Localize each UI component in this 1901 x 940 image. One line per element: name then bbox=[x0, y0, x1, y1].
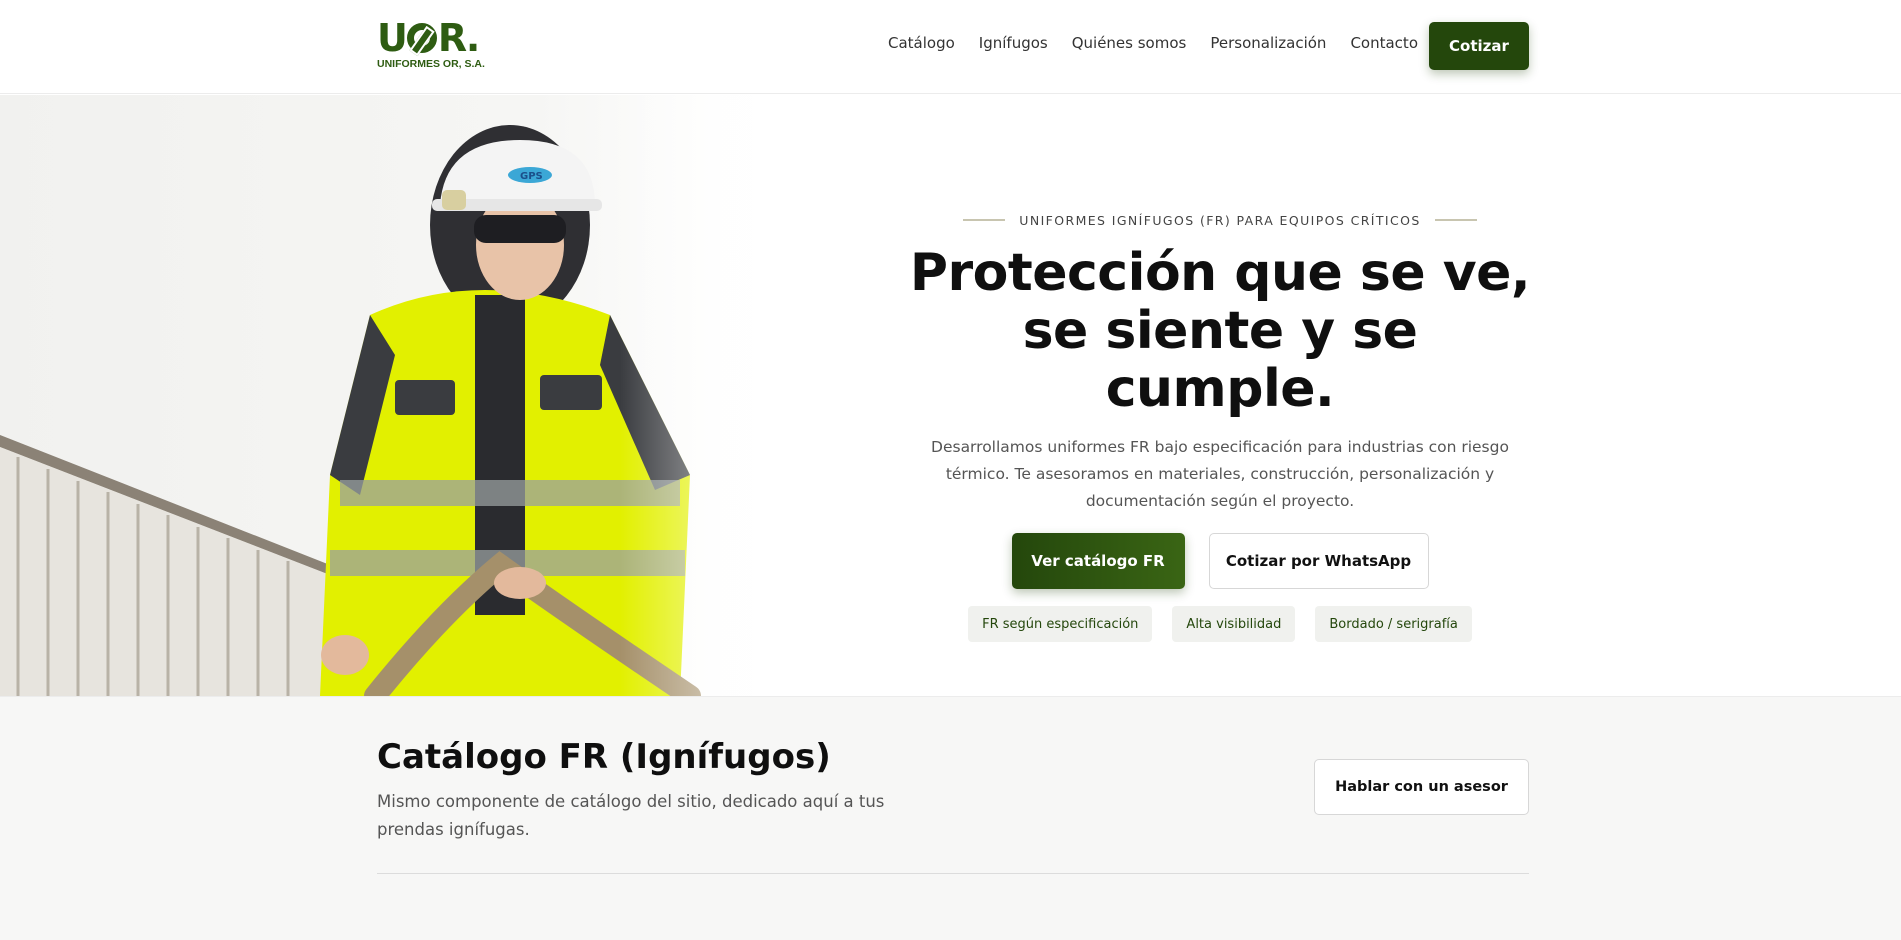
hero-eyebrow: UNIFORMES IGNÍFUGOS (FR) PARA EQUIPOS CR… bbox=[900, 210, 1540, 230]
nav-catalogo[interactable]: Catálogo bbox=[888, 34, 955, 58]
nav-contacto[interactable]: Contacto bbox=[1350, 34, 1418, 58]
catalog-section: Catálogo FR (Ignífugos) Mismo componente… bbox=[0, 696, 1901, 940]
hero-lead: Desarrollamos uniformes FR bajo especifi… bbox=[931, 438, 1509, 510]
hero-cta-row: Ver catálogo FR Cotizar por WhatsApp bbox=[900, 533, 1540, 589]
nav-ignifugos[interactable]: Ignífugos bbox=[979, 34, 1048, 58]
hero-section: GPS UNIFORMES IGNÍFUGOS (FR) PARA EQUIPO… bbox=[0, 95, 1901, 696]
eyebrow-text: UNIFORMES IGNÍFUGOS (FR) PARA EQUIPOS CR… bbox=[1019, 212, 1421, 228]
chip-fr-especificacion: FR según especificación bbox=[968, 606, 1153, 642]
eyebrow-line-right bbox=[1434, 219, 1477, 221]
catalog-title: Catálogo FR (Ignífugos) bbox=[377, 737, 831, 777]
site-header: U R. UNIFORMES OR, S.A. Catálogo Ignífugo… bbox=[0, 0, 1901, 94]
catalog-description: Mismo componente de catálogo del sitio, … bbox=[377, 792, 885, 839]
cotizar-whatsapp-button[interactable]: Cotizar por WhatsApp bbox=[1208, 533, 1429, 589]
headline-line-2: se siente y se cumple. bbox=[1022, 301, 1418, 419]
chip-alta-visibilidad: Alta visibilidad bbox=[1172, 606, 1296, 642]
ver-catalogo-fr-button[interactable]: Ver catálogo FR bbox=[1011, 533, 1185, 589]
brand-logo[interactable]: U R. UNIFORMES OR, S.A. bbox=[377, 16, 485, 72]
logo-o-icon bbox=[406, 23, 437, 53]
hablar-asesor-button[interactable]: Hablar con un asesor bbox=[1314, 759, 1529, 815]
main-nav: Catálogo Ignífugos Quiénes somos Persona… bbox=[888, 34, 1442, 58]
cotizar-button[interactable]: Cotizar bbox=[1429, 22, 1529, 70]
chip-bordado-serigrafia: Bordado / serigrafía bbox=[1315, 606, 1472, 642]
logo-subtitle: UNIFORMES OR, S.A. bbox=[377, 58, 485, 70]
eyebrow-line-left bbox=[963, 219, 1006, 221]
catalog-divider bbox=[377, 873, 1529, 874]
hero-copy: UNIFORMES IGNÍFUGOS (FR) PARA EQUIPOS CR… bbox=[900, 210, 1540, 642]
hero-image-fade bbox=[620, 95, 820, 696]
svg-text:GPS: GPS bbox=[520, 171, 543, 182]
headline-line-1: Protección que se ve, bbox=[909, 243, 1531, 303]
logo-mark: U R. bbox=[377, 16, 480, 60]
nav-personalizacion[interactable]: Personalización bbox=[1210, 34, 1326, 58]
hero-feature-chips: FR según especificación Alta visibilidad… bbox=[900, 606, 1540, 642]
nav-quienes-somos[interactable]: Quiénes somos bbox=[1072, 34, 1187, 58]
hero-headline: Protección que se ve, se siente y se cum… bbox=[900, 244, 1540, 418]
